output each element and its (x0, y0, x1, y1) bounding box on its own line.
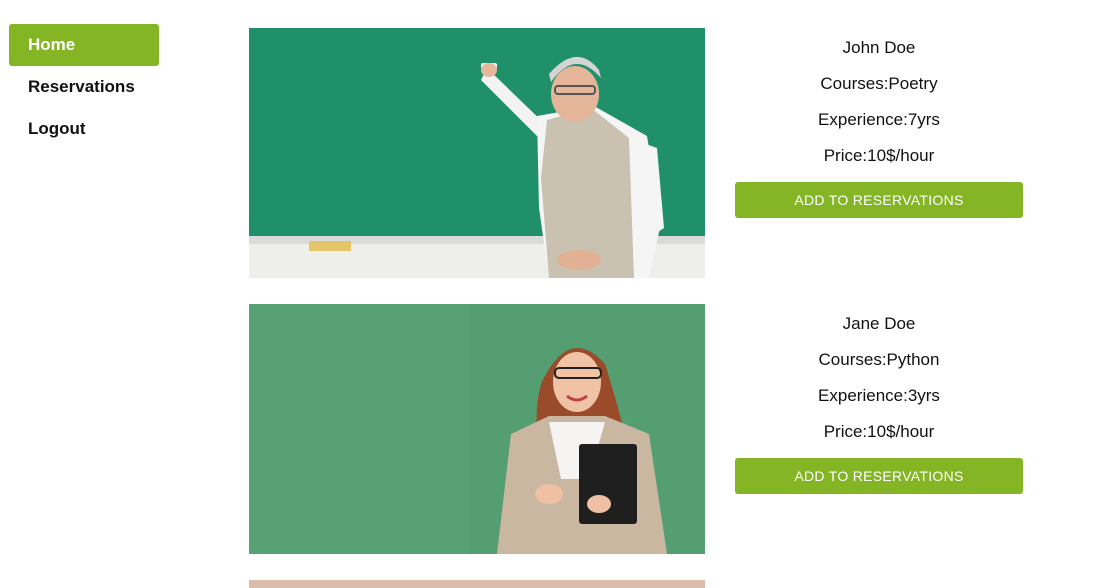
add-to-reservations-button[interactable]: ADD TO RESERVATIONS (735, 458, 1023, 494)
nav-home[interactable]: Home (9, 24, 159, 66)
teacher-photo (249, 28, 705, 278)
teacher-name: John Doe (842, 38, 916, 57)
nav-reservations[interactable]: Reservations (9, 66, 159, 108)
teacher-experience: Experience:7yrs (818, 110, 940, 129)
sidebar-nav: Home Reservations Logout (9, 24, 159, 150)
teacher-photo (249, 304, 705, 554)
teacher-name: Jane Doe (842, 314, 916, 333)
teacher-card: John Doe Courses:Poetry Experience:7yrs … (249, 28, 1029, 278)
add-to-reservations-button[interactable]: ADD TO RESERVATIONS (735, 182, 1023, 218)
teacher-info: Jane Doe Courses:Python Experience:3yrs … (735, 304, 1023, 494)
teacher-card: Jane Doe Courses:Python Experience:3yrs … (249, 304, 1029, 554)
teacher-price: Price:10$/hour (823, 422, 935, 441)
teacher-photo (249, 580, 705, 588)
teacher-experience: Experience:3yrs (818, 386, 940, 405)
teacher-price: Price:10$/hour (823, 146, 935, 165)
nav-logout[interactable]: Logout (9, 108, 159, 150)
teacher-info: John Doe Courses:Poetry Experience:7yrs … (735, 28, 1023, 218)
teacher-courses: Courses:Poetry (820, 74, 938, 93)
teacher-courses: Courses:Python (818, 350, 940, 369)
